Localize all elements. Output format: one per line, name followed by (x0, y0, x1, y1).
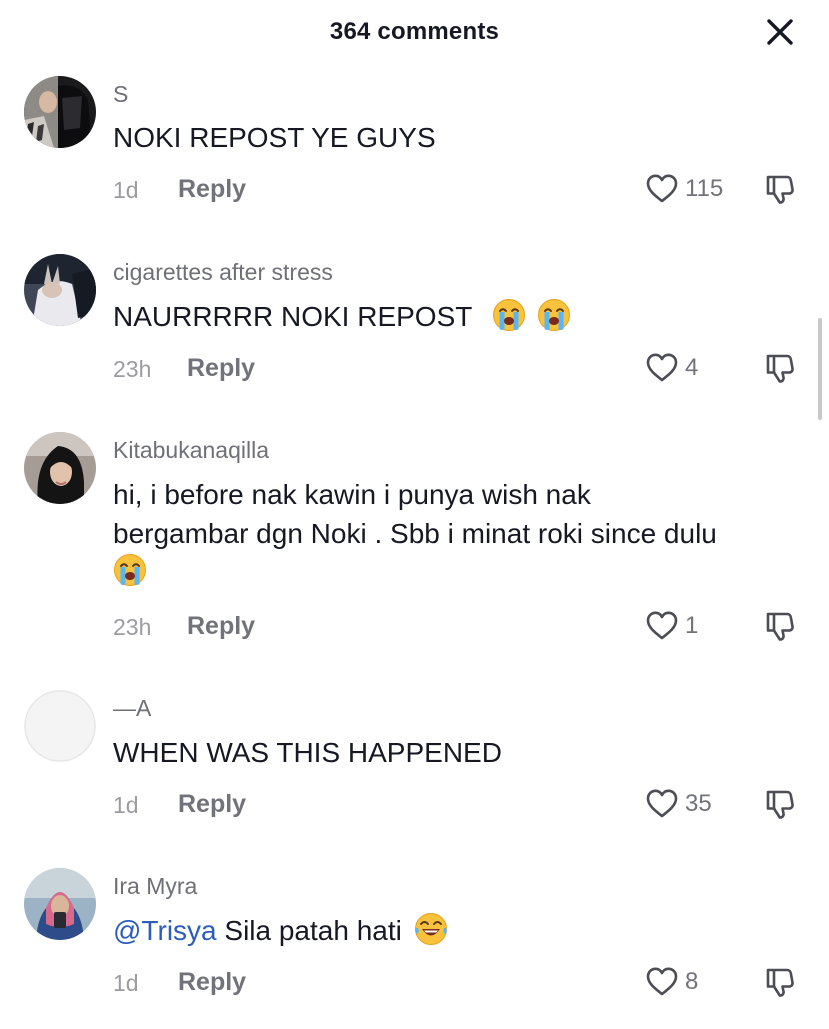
reply-button[interactable]: Reply (178, 968, 246, 997)
heart-outline-icon (645, 172, 679, 206)
comment-username[interactable]: —A (113, 695, 151, 722)
comment-mention[interactable]: @Trisya (113, 915, 217, 946)
comment-username[interactable]: cigarettes after stress (113, 259, 333, 286)
thumbs-down-icon (764, 172, 796, 206)
avatar[interactable] (24, 432, 96, 504)
scrollbar[interactable] (818, 318, 822, 420)
heart-outline-icon (645, 609, 679, 643)
heart-outline-icon (645, 965, 679, 999)
comment-time: 1d (113, 970, 139, 996)
dislike-button[interactable] (764, 787, 796, 821)
avatar[interactable] (24, 868, 96, 940)
like-count: 115 (685, 175, 724, 202)
comment-time: 1d (113, 177, 139, 203)
heart-outline-icon (645, 351, 679, 385)
comments-header: 364 comments (0, 0, 829, 66)
dislike-button[interactable] (764, 609, 796, 643)
comment-text-line: bergambar dgn Noki . Sbb i minat roki si… (113, 518, 717, 549)
thumbs-down-icon (764, 787, 796, 821)
comment-text: hi, i before nak kawin i punya wish nak … (113, 475, 803, 592)
comment-username[interactable]: Kitabukanaqilla (113, 437, 269, 464)
comments-count-title: 364 comments (329, 18, 500, 45)
like-count: 35 (685, 790, 712, 817)
like-button[interactable]: 35 (645, 787, 725, 821)
comment-time: 23h (113, 614, 152, 640)
comment-text-body: WHEN WAS THIS HAPPENED (113, 737, 502, 768)
like-button[interactable]: 115 (645, 172, 725, 206)
comment-text: WHEN WAS THIS HAPPENED (113, 733, 803, 772)
face-with-tears-of-joy-emoji (414, 912, 448, 946)
reply-button[interactable]: Reply (178, 175, 246, 204)
comment-username[interactable]: S (113, 81, 128, 108)
like-count: 1 (685, 612, 699, 639)
thumbs-down-icon (764, 609, 796, 643)
avatar[interactable] (24, 690, 96, 762)
dislike-button[interactable] (764, 351, 796, 385)
thumbs-down-icon (764, 965, 796, 999)
comment-text: @Trisya Sila patah hati (113, 911, 803, 950)
comment-text: NOKI REPOST YE GUYS (113, 118, 803, 157)
loudly-crying-face-emoji (113, 553, 147, 587)
loudly-crying-face-emoji (537, 298, 571, 332)
dislike-button[interactable] (764, 172, 796, 206)
reply-button[interactable]: Reply (187, 612, 255, 641)
comment-text-line: hi, i before nak kawin i punya wish nak (113, 479, 591, 510)
avatar[interactable] (24, 254, 96, 326)
reply-button[interactable]: Reply (178, 790, 246, 819)
comment-text: NAURRRRR NOKI REPOST (113, 297, 803, 336)
comment-time: 23h (113, 356, 152, 382)
like-button[interactable]: 1 (645, 609, 725, 643)
comment-username[interactable]: Ira Myra (113, 873, 197, 900)
like-button[interactable]: 8 (645, 965, 725, 999)
avatar[interactable] (24, 76, 96, 148)
like-count: 8 (685, 968, 699, 995)
comment-text-body: NOKI REPOST YE GUYS (113, 122, 436, 153)
thumbs-down-icon (764, 351, 796, 385)
heart-outline-icon (645, 787, 679, 821)
dislike-button[interactable] (764, 965, 796, 999)
comments-sheet: 364 comments S NOKI REPOST YE GUYS 1d Re… (0, 0, 829, 1029)
comment-text-body: Sila patah hati (224, 915, 402, 946)
reply-button[interactable]: Reply (187, 354, 255, 383)
loudly-crying-face-emoji (492, 298, 526, 332)
comment-time: 1d (113, 792, 139, 818)
like-count: 4 (685, 354, 699, 381)
like-button[interactable]: 4 (645, 351, 725, 385)
close-icon[interactable] (764, 16, 796, 48)
comment-text-body: NAURRRRR NOKI REPOST (113, 301, 472, 332)
